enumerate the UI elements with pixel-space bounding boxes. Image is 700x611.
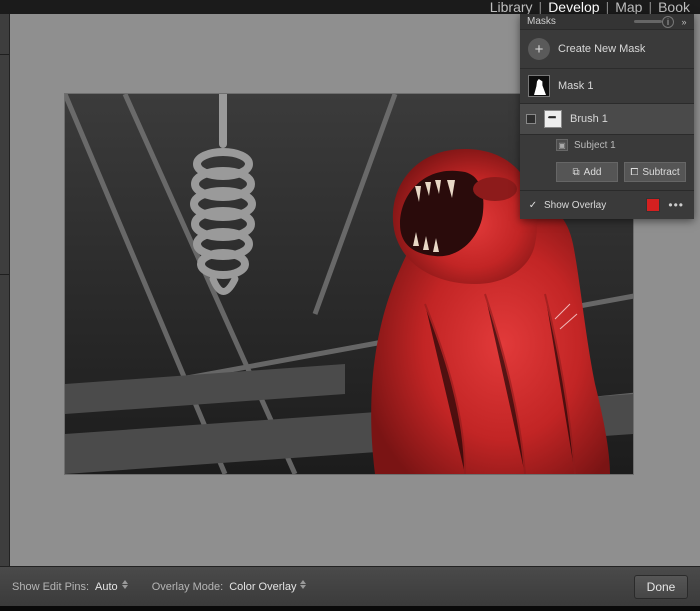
overlay-mode-value: Color Overlay (229, 581, 296, 593)
subtract-label: Subtract (642, 167, 679, 178)
done-label: Done (647, 580, 676, 594)
subject-item[interactable]: ▣ Subject 1 (520, 135, 694, 157)
add-icon: ⧉ (573, 167, 580, 178)
tab-develop[interactable]: Develop (542, 0, 605, 14)
masks-panel-header[interactable]: Masks i » (520, 14, 694, 30)
overlay-mode-label: Overlay Mode: (152, 581, 224, 593)
masks-panel-title: Masks (524, 16, 634, 27)
visibility-toggle-icon[interactable] (526, 114, 536, 124)
mask-thumbnail-icon (528, 75, 550, 97)
create-new-mask-button[interactable]: + Create New Mask (520, 30, 694, 69)
show-overlay-checkbox[interactable]: ✓ (528, 200, 538, 210)
more-options-icon[interactable]: ••• (666, 198, 686, 212)
edit-pins-group: Show Edit Pins: Auto (12, 581, 128, 593)
subject-label: Subject 1 (574, 140, 616, 151)
dropdown-caret-icon (122, 585, 128, 589)
mask-action-buttons: ⧉ Add ⧠ Subtract (520, 157, 694, 190)
drag-handle-icon[interactable] (634, 20, 662, 23)
overlay-mode-group: Overlay Mode: Color Overlay (152, 581, 307, 593)
module-tabs: Library | Develop | Map | Book (0, 0, 700, 14)
expand-icon[interactable]: » (678, 16, 690, 28)
add-mask-button[interactable]: ⧉ Add (556, 162, 618, 182)
mask-label: Mask 1 (558, 80, 593, 92)
left-panel-sliver[interactable] (0, 14, 10, 566)
tab-book[interactable]: Book (652, 0, 696, 14)
create-new-mask-label: Create New Mask (558, 43, 645, 55)
dropdown-caret-icon (300, 585, 306, 589)
brush-label: Brush 1 (570, 113, 608, 125)
overlay-mode-dropdown[interactable]: Color Overlay (229, 581, 306, 593)
edit-pins-value: Auto (95, 581, 118, 593)
overlay-color-swatch[interactable] (646, 198, 660, 212)
brush-thumbnail-icon (544, 110, 562, 128)
edit-pins-dropdown[interactable]: Auto (95, 581, 128, 593)
toolbar: Show Edit Pins: Auto Overlay Mode: Color… (0, 566, 700, 606)
window-frame-bottom (0, 606, 700, 611)
show-overlay-label: Show Overlay (544, 200, 640, 211)
done-button[interactable]: Done (634, 575, 688, 599)
info-icon[interactable]: i (662, 16, 674, 28)
subject-icon: ▣ (556, 139, 568, 151)
plus-icon: + (528, 38, 550, 60)
show-overlay-row: ✓ Show Overlay ••• (520, 190, 694, 219)
subtract-mask-button[interactable]: ⧠ Subtract (624, 162, 686, 182)
tab-map[interactable]: Map (609, 0, 648, 14)
tab-library[interactable]: Library (484, 0, 539, 14)
subtract-icon: ⧠ (630, 167, 638, 178)
brush-item[interactable]: Brush 1 (520, 104, 694, 135)
edit-pins-label: Show Edit Pins: (12, 581, 89, 593)
mask-item[interactable]: Mask 1 (520, 69, 694, 104)
masks-panel: Masks i » + Create New Mask Mask 1 Brush… (520, 14, 694, 219)
add-label: Add (584, 167, 602, 178)
